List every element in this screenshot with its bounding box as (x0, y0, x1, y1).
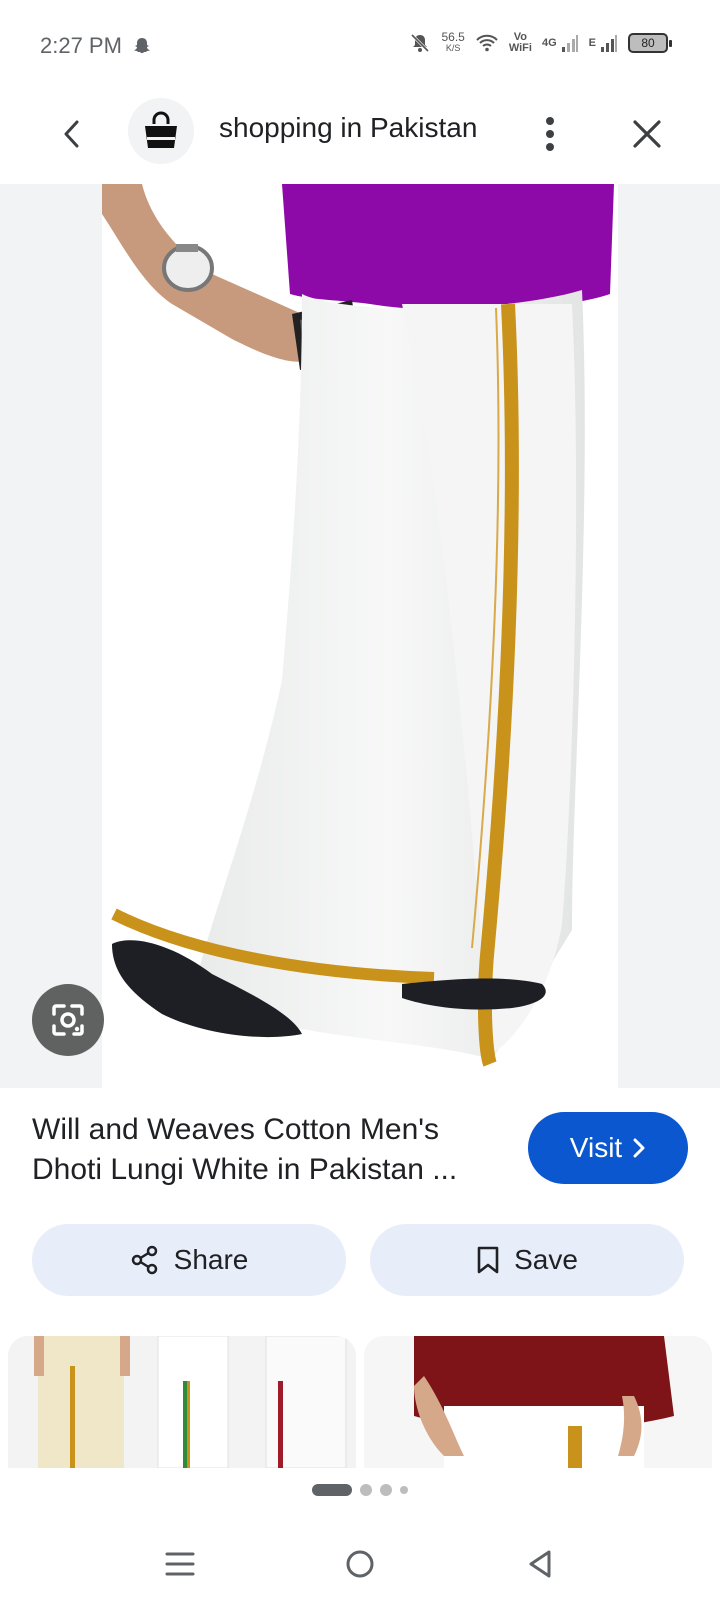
site-avatar[interactable] (128, 98, 194, 164)
share-label: Share (173, 1244, 249, 1275)
triangle-back-icon (529, 1550, 551, 1578)
status-bar: 2:27 PM 56.5 K/S Vo WiFi 4G E 80 (0, 0, 720, 92)
net-speed-unit: K/S (445, 43, 461, 53)
menu-icon (165, 1552, 195, 1576)
chevron-right-icon (633, 1138, 645, 1158)
bookmark-icon (477, 1246, 499, 1274)
product-image[interactable] (102, 184, 618, 1088)
more-options-button[interactable] (530, 112, 570, 156)
pagination-dot[interactable] (400, 1486, 408, 1494)
status-time: 2:27 PM (40, 33, 122, 58)
home-circle-icon (346, 1550, 374, 1578)
vowifi-indicator: Vo WiFi (509, 32, 532, 54)
related-image-1[interactable] (8, 1336, 356, 1468)
battery-level: 80 (641, 36, 655, 50)
net-e-label: E (588, 37, 596, 49)
save-button[interactable]: Save (370, 1224, 684, 1296)
result-title[interactable]: Will and Weaves Cotton Men's Dhoti Lungi… (32, 1110, 502, 1190)
save-label: Save (514, 1244, 578, 1275)
net-speed: 56.5 K/S (441, 30, 465, 54)
net-4g-label: 4G (541, 37, 557, 49)
chevron-left-icon (64, 120, 79, 148)
pagination-dot-active[interactable] (312, 1484, 352, 1496)
pagination-dot[interactable] (380, 1484, 392, 1496)
status-icons: 56.5 K/S Vo WiFi 4G E 80 (409, 30, 672, 54)
wifi-label: WiFi (508, 42, 532, 54)
snapchat-icon (133, 38, 150, 53)
back-button[interactable] (52, 114, 92, 154)
visit-label: Visit (569, 1132, 623, 1163)
more-vert-icon (546, 117, 554, 151)
page-title: shopping in Pakistan (219, 112, 478, 143)
related-image-2[interactable] (364, 1336, 712, 1468)
net-speed-value: 56.5 (441, 30, 465, 44)
battery-indicator: 80 (628, 33, 672, 53)
shopping-bag-icon (145, 111, 177, 148)
wifi-icon (476, 34, 498, 52)
top-bar: shopping in Pakistan (0, 92, 720, 184)
visit-button[interactable]: Visit (528, 1112, 688, 1184)
google-lens-button[interactable] (32, 984, 104, 1056)
recents-button[interactable] (158, 1542, 202, 1586)
signal-icon-2 (601, 35, 617, 52)
google-lens-icon (52, 1004, 84, 1036)
image-viewer (0, 184, 720, 1088)
related-images (0, 1336, 720, 1468)
close-button[interactable] (625, 112, 669, 156)
related-photo-1 (8, 1336, 356, 1468)
pagination-dots (0, 1484, 720, 1496)
signal-icon-1 (561, 35, 578, 52)
mute-bell-icon (411, 33, 430, 53)
share-button[interactable]: Share (32, 1224, 346, 1296)
system-nav-bar (0, 1530, 720, 1600)
share-icon (131, 1245, 157, 1275)
product-photo (102, 184, 614, 1067)
close-icon (633, 120, 661, 148)
system-back-button[interactable] (518, 1542, 562, 1586)
pagination-dot[interactable] (360, 1484, 372, 1496)
home-button[interactable] (338, 1542, 382, 1586)
related-photo-2 (364, 1336, 712, 1468)
